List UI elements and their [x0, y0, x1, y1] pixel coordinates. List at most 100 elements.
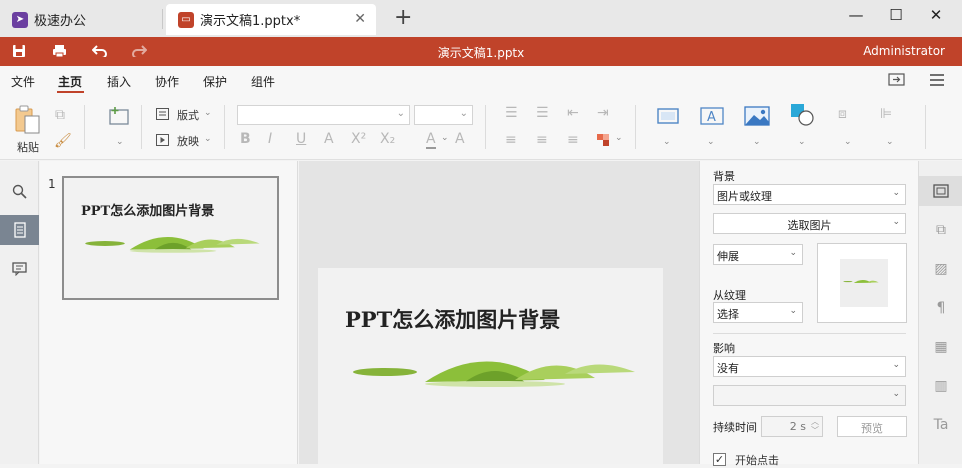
chevron-down-icon[interactable]: ⌄ — [753, 137, 761, 147]
slide[interactable]: PPT怎么添加图片背景 — [318, 268, 663, 464]
format-painter-icon[interactable]: 🖌 — [54, 133, 72, 149]
menu-collaborate[interactable]: 协作 — [155, 73, 179, 90]
chevron-down-icon[interactable]: ⌄ — [886, 137, 894, 147]
slide-title[interactable]: PPT怎么添加图片背景 — [345, 304, 560, 334]
menu-protect[interactable]: 保护 — [203, 73, 227, 90]
preview-button[interactable]: 预览 — [837, 416, 907, 437]
arrange-icon[interactable]: ⧈ — [838, 106, 847, 122]
bold-button[interactable]: B — [240, 131, 251, 147]
chevron-down-icon[interactable]: ⌄ — [844, 137, 852, 147]
menu-insert[interactable]: 插入 — [107, 73, 131, 90]
effect-select[interactable]: 没有 ⌄ — [713, 356, 906, 377]
slides-panel-icon[interactable] — [0, 215, 39, 245]
tab-home[interactable]: ➤ 极速办公 — [0, 4, 161, 35]
fill-type-value: 图片或纹理 — [717, 190, 772, 203]
increase-indent-icon[interactable]: ⇥ — [597, 105, 609, 121]
chevron-down-icon[interactable]: ⌄ — [204, 134, 212, 144]
font-family-select[interactable]: ⌄ — [237, 105, 410, 125]
effect-option-select[interactable]: ⌄ — [713, 385, 906, 406]
texture-select[interactable]: 选择 ⌄ — [713, 302, 803, 323]
chevron-down-icon[interactable]: ⌄ — [615, 133, 623, 143]
menu-home[interactable]: 主页 — [58, 73, 82, 90]
underline-button[interactable]: U — [296, 131, 306, 147]
chart-settings-icon[interactable]: ▥ — [919, 371, 962, 401]
subscript-button[interactable]: X₂ — [380, 131, 395, 147]
chevron-down-icon[interactable]: ⌄ — [204, 108, 212, 118]
shape-icon[interactable] — [657, 107, 679, 128]
menu-bar: 文件 主页 插入 协作 保护 组件 — [0, 66, 962, 95]
tab-presentation[interactable]: ▭ 演示文稿1.pptx* ✕ — [166, 4, 376, 35]
table-settings-icon[interactable]: ▦ — [919, 332, 962, 362]
paste-button[interactable] — [14, 105, 42, 138]
paragraph-spacing-icon[interactable]: ≡ — [567, 132, 579, 148]
close-window-icon[interactable]: ✕ — [916, 6, 956, 24]
search-icon[interactable] — [0, 176, 39, 206]
shading-icon[interactable] — [597, 134, 609, 149]
text-box-icon[interactable]: A — [700, 107, 724, 128]
insert-shape-icon[interactable] — [790, 103, 816, 130]
line-spacing-icon[interactable]: ≡ — [536, 132, 548, 148]
duration-input[interactable]: 2 s ︿ ﹀ — [761, 416, 823, 437]
text-art-settings-icon[interactable]: Ta — [919, 410, 962, 440]
separator — [141, 105, 142, 149]
add-slide-icon[interactable] — [108, 106, 130, 129]
stretch-select[interactable]: 伸展 ⌄ — [713, 244, 803, 265]
stretch-value: 伸展 — [717, 250, 739, 263]
paragraph-settings-icon[interactable]: ¶ — [919, 293, 962, 323]
italic-button[interactable]: I — [268, 131, 272, 147]
duration-value: 2 s — [789, 420, 806, 433]
tab-divider — [162, 9, 163, 29]
effect-value: 没有 — [717, 362, 739, 375]
separator — [925, 105, 926, 149]
font-color-icon[interactable]: A — [426, 131, 436, 149]
slide-thumbnail[interactable]: PPT怎么添加图片背景 — [62, 176, 279, 300]
decrease-indent-icon[interactable]: ⇤ — [567, 105, 579, 121]
comments-icon[interactable] — [0, 254, 39, 284]
fill-type-select[interactable]: 图片或纹理 ⌄ — [713, 184, 906, 205]
chevron-down-icon[interactable]: ⌄ — [116, 137, 124, 147]
tab-label: 演示文稿1.pptx* — [200, 14, 301, 29]
separator — [224, 105, 225, 149]
chevron-down-icon[interactable]: ⌄ — [441, 133, 449, 143]
align-left-icon[interactable]: ≡ — [505, 132, 517, 148]
chevron-down-icon[interactable]: ⌄ — [707, 137, 715, 147]
shape-settings-icon[interactable]: ⧉ — [919, 215, 962, 245]
menu-file[interactable]: 文件 — [11, 73, 35, 90]
maximize-icon[interactable]: ☐ — [876, 6, 916, 24]
spinner-icon[interactable]: ︿ ﹀ — [811, 417, 819, 435]
select-image-label: 选取图片 — [787, 219, 832, 232]
image-settings-icon[interactable]: ▨ — [919, 254, 962, 284]
slide-number: 1 — [48, 177, 56, 191]
divider — [713, 333, 906, 334]
duration-label: 持续时间 — [713, 421, 757, 434]
chevron-down-icon[interactable]: ⌄ — [798, 137, 806, 147]
minimize-icon[interactable]: — — [836, 6, 876, 24]
image-icon[interactable] — [744, 106, 770, 129]
hamburger-menu-icon[interactable] — [929, 74, 945, 89]
mountain-landscape-image — [85, 236, 260, 253]
new-tab-icon[interactable]: + — [394, 5, 412, 30]
bullet-list-icon[interactable]: ☰ — [505, 105, 518, 121]
numbered-list-icon[interactable]: ☰ — [536, 105, 549, 121]
copy-icon[interactable]: ⧉ — [55, 107, 65, 123]
mountain-landscape-image[interactable] — [340, 334, 650, 389]
preview-label: 预览 — [861, 422, 883, 435]
slideshow-button[interactable]: 放映 — [177, 133, 199, 149]
select-image-button[interactable]: 选取图片 ⌄ — [713, 213, 906, 234]
strikethrough-button[interactable]: A — [324, 131, 334, 147]
slide-settings-icon[interactable] — [919, 176, 962, 206]
user-name[interactable]: Administrator — [863, 44, 945, 58]
layout-button[interactable]: 版式 — [177, 107, 199, 123]
menu-components[interactable]: 组件 — [251, 73, 275, 90]
open-location-icon[interactable] — [888, 72, 905, 90]
ribbon-toolbar: 粘贴 ⧉ 🖌 ⌄ 版式 ⌄ 放映 ⌄ ⌄ ⌄ B I U A X² X₂ A ⌄… — [0, 95, 962, 160]
effect-label: 影响 — [713, 342, 735, 355]
close-tab-icon[interactable]: ✕ — [354, 11, 366, 27]
superscript-button[interactable]: X² — [351, 131, 366, 147]
clear-format-icon[interactable]: A — [455, 131, 465, 147]
chevron-down-icon[interactable]: ⌄ — [663, 137, 671, 147]
font-size-select[interactable]: ⌄ — [414, 105, 473, 125]
align-objects-icon[interactable]: ⊫ — [880, 106, 892, 122]
preview-landscape-image — [843, 279, 879, 284]
start-on-click-label: 开始点击 — [735, 454, 779, 467]
